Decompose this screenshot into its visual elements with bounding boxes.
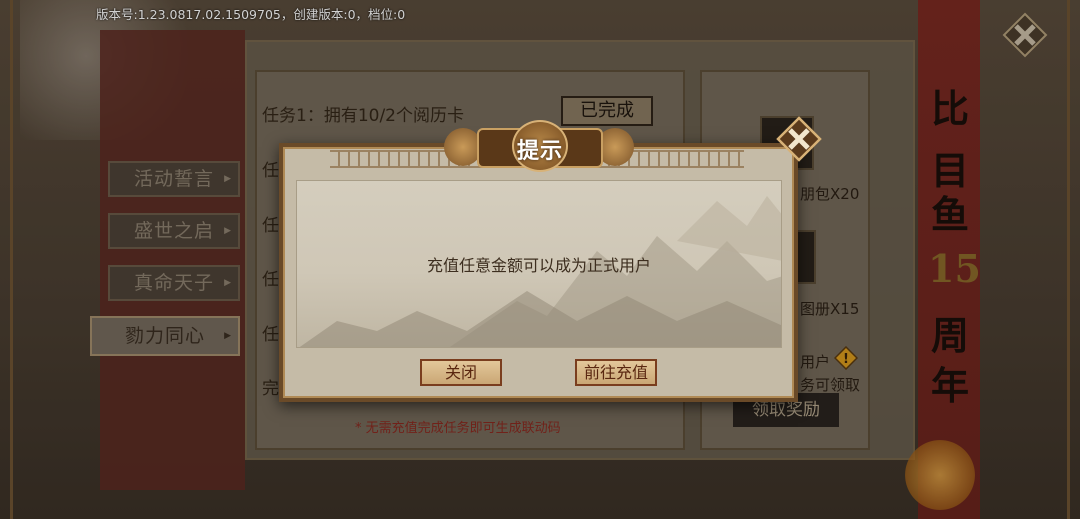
dialog-close-icon[interactable] — [776, 116, 822, 162]
dialog-message: 充值任意金额可以成为正式用户 — [426, 256, 651, 275]
close-button[interactable]: 关闭 — [420, 359, 502, 386]
dialog-title: 提示 — [516, 139, 563, 164]
go-recharge-button[interactable]: 前往充值 — [575, 359, 657, 386]
